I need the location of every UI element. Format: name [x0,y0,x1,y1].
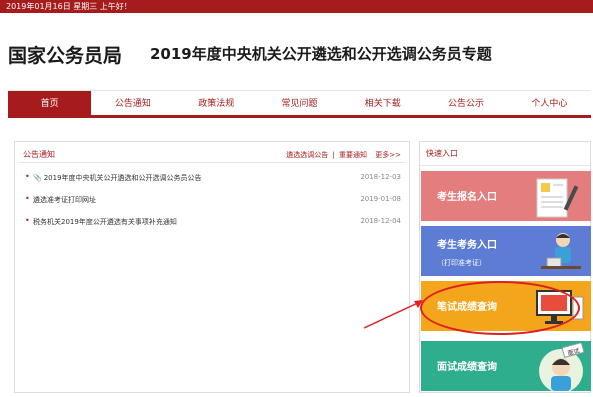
annotation-arrow-icon [363,300,423,329]
highlight-oval-annotation [420,281,580,335]
registration-entry-button[interactable]: 考生报名入口 [421,171,591,221]
interview-score-query-button[interactable]: 面试成绩查询 面试 [421,341,591,391]
notices-links: 遴选选调公告 | 重要通知 更多>> [284,150,401,160]
notice-item[interactable]: • 税务机关2019年度公开遴选有关事项补充通知 2018-12-04 [25,214,405,236]
link-selection-notices[interactable]: 遴选选调公告 [286,151,328,159]
special-title: 2019年度中央机关公开遴选和公开选调公务员专题 [150,45,492,63]
bullet-icon: • [25,172,30,181]
notice-item[interactable]: • 遴选准考证打印网址 2019-01-08 [25,192,405,214]
notices-title: 公告通知 [23,150,55,159]
entry-sublabel: （打印准考证） [437,259,486,267]
exam-affairs-entry-button[interactable]: 考生考务入口 （打印准考证） [421,226,591,276]
top-date-bar: 2019年01月16日 星期三 上午好！ [0,0,593,13]
notice-date: 2019-01-08 [360,195,401,203]
quick-entry-header: 快速入口 [420,142,590,166]
notice-date: 2018-12-04 [360,217,401,225]
interview-person-icon: 面试 [539,343,585,391]
link-important-notices[interactable]: 重要通知 [339,151,367,159]
nav-item-personal-center[interactable]: 个人中心 [508,91,591,115]
site-title: 国家公务员局 [8,45,123,67]
entry-label: 面试成绩查询 [437,362,497,373]
bullet-icon: • [25,194,30,203]
main-nav: 首页 公告通知 政策法规 常见问题 相关下载 公告公示 个人中心 [8,90,591,118]
bullet-icon: • [25,216,30,225]
notices-panel-header: 公告通知 遴选选调公告 | 重要通知 更多>> [19,145,405,163]
nav-item-policies[interactable]: 政策法规 [175,91,258,115]
paperclip-icon: 📎 [33,174,42,182]
notice-date: 2018-12-03 [360,173,401,181]
notice-title[interactable]: 遴选准考证打印网址 [33,195,96,205]
quick-entry-title: 快速入口 [426,149,458,158]
notice-title[interactable]: 税务机关2019年度公开遴选有关事项补充通知 [33,217,177,227]
notice-list: • 📎 2019年度中央机关公开遴选和公开选调公务员公告 2018-12-03 •… [25,170,405,236]
entry-label: 考生考务入口 [437,240,497,251]
notice-title[interactable]: 2019年度中央机关公开遴选和公开选调公务员公告 [44,174,202,182]
application-form-icon [536,178,579,218]
date-text: 2019年01月16日 星期三 上午好！ [6,2,132,11]
quick-entry-panel: 快速入口 考生报名入口 考生考务入口 （打印准考证） 笔试成绩查询 面试成绩查询… [419,141,591,393]
link-separator: | [332,151,335,159]
notice-item[interactable]: • 📎 2019年度中央机关公开遴选和公开选调公务员公告 2018-12-03 [25,170,405,192]
nav-item-notices[interactable]: 公告通知 [91,91,174,115]
nav-item-home[interactable]: 首页 [8,91,92,115]
header: 国家公务员局 2019年度中央机关公开遴选和公开选调公务员专题 [0,13,593,88]
nav-item-faq[interactable]: 常见问题 [258,91,341,115]
entry-label: 考生报名入口 [437,192,497,203]
more-link[interactable]: 更多>> [375,151,401,159]
student-at-desk-icon [541,233,581,269]
nav-item-announcements[interactable]: 公告公示 [424,91,507,115]
notices-panel: 公告通知 遴选选调公告 | 重要通知 更多>> • 📎 2019年度中央机关公开遴… [14,141,410,393]
nav-item-downloads[interactable]: 相关下载 [341,91,424,115]
